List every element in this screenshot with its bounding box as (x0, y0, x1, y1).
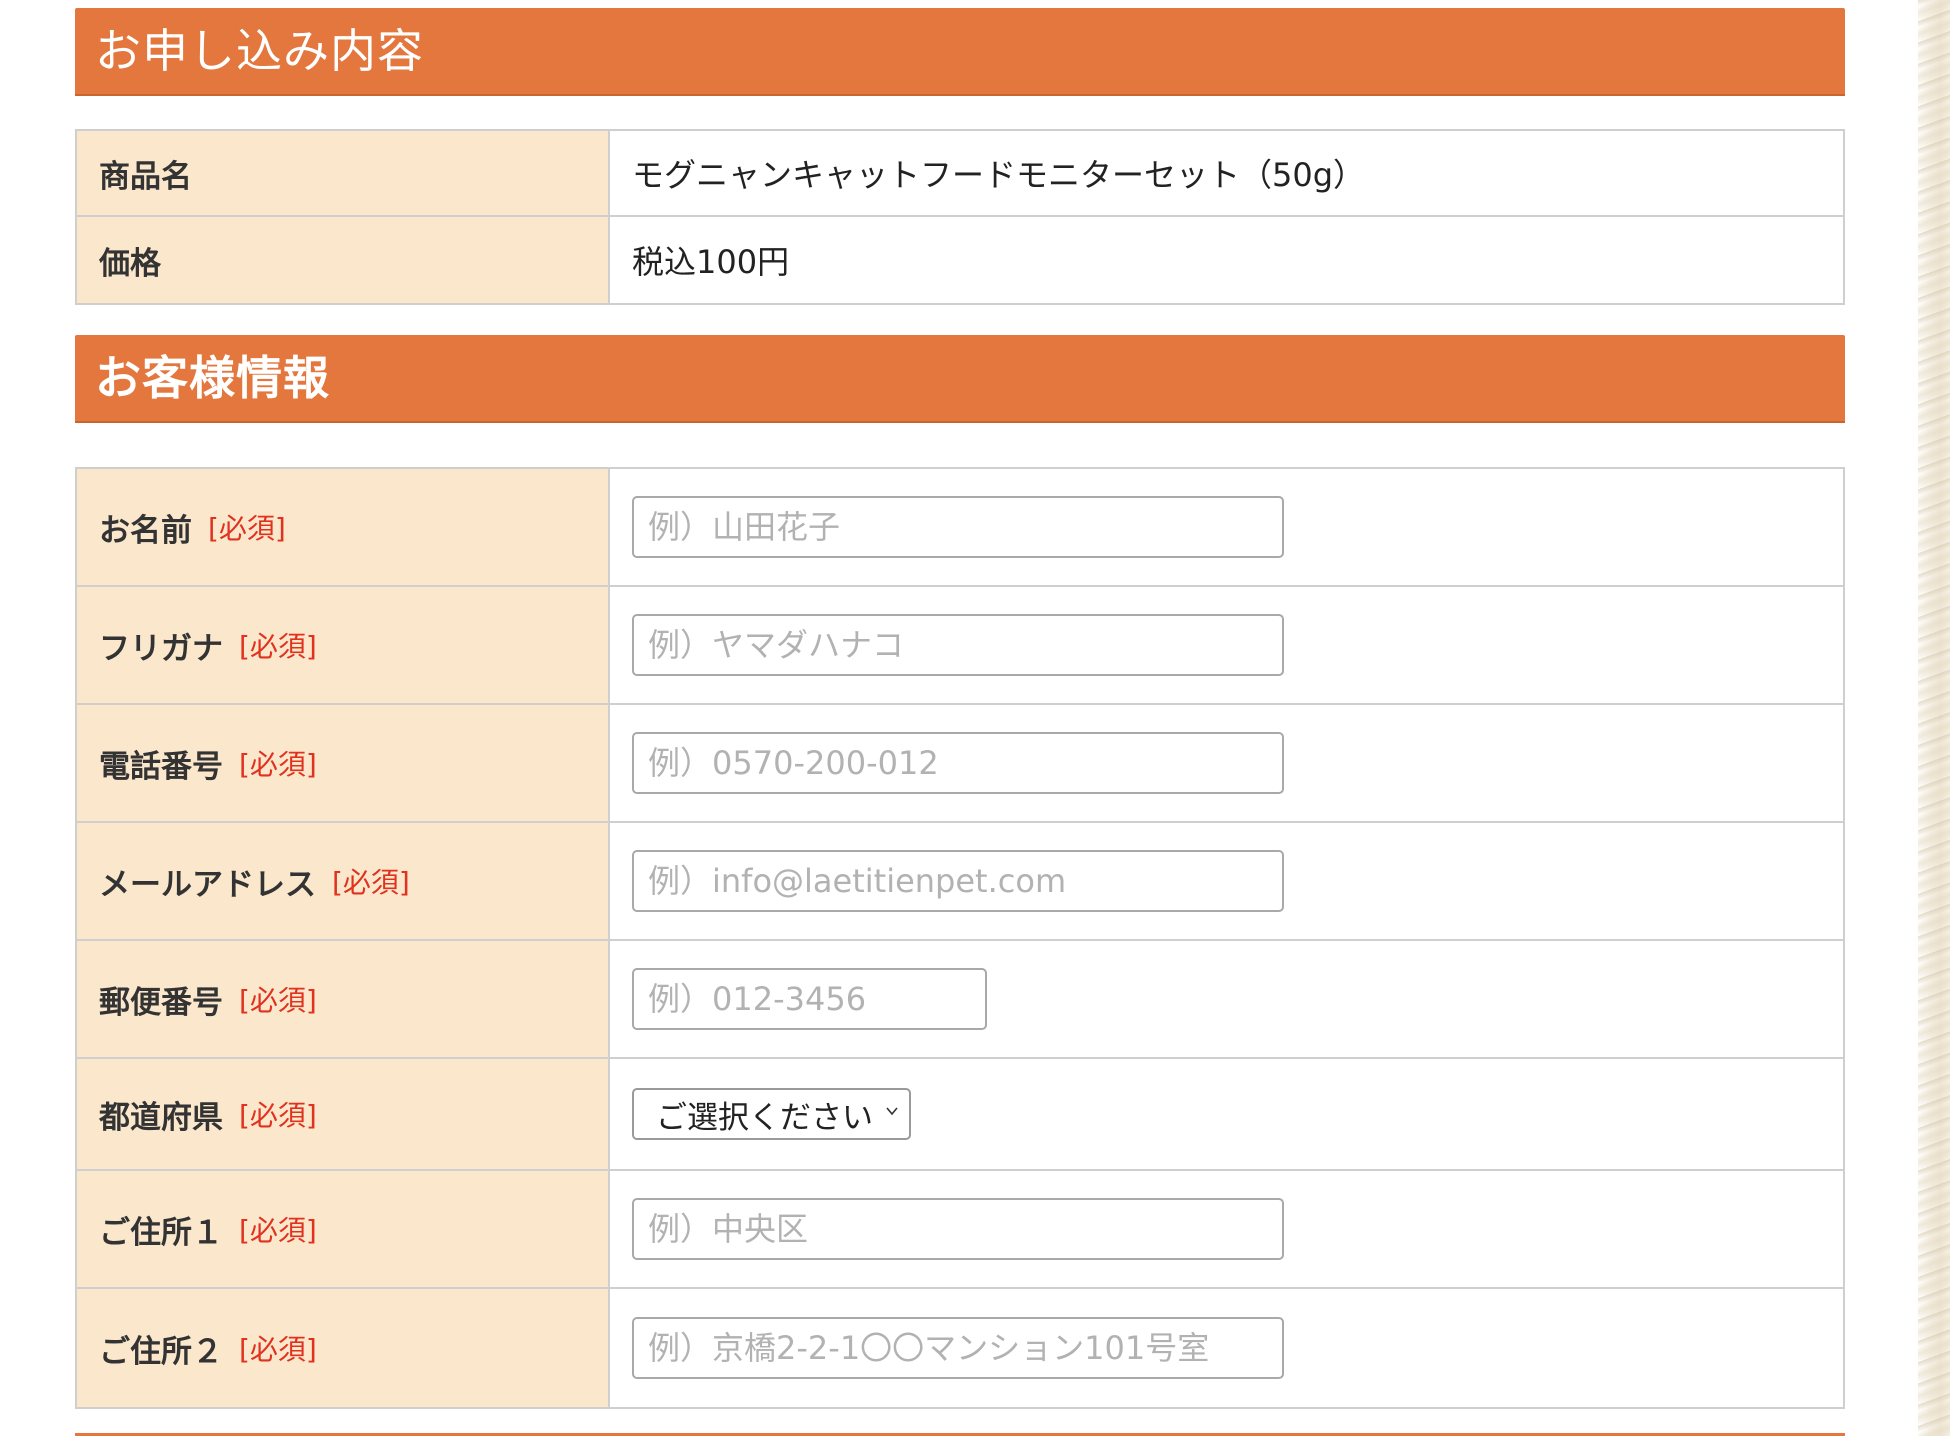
address1-label: ご住所１ (99, 1214, 223, 1251)
postal-code-input[interactable] (632, 968, 987, 1030)
form-row-prefecture: 都道府県 [必須] ご選択ください (77, 1059, 1843, 1171)
postal-label: 郵便番号 (99, 984, 223, 1021)
customer-section-header: お客様情報 (75, 335, 1845, 421)
form-row-phone: 電話番号 [必須] (77, 705, 1843, 823)
required-badge: [必須] (239, 748, 317, 781)
name-input-cell (610, 469, 1843, 585)
order-section-title: お申し込み内容 (95, 24, 424, 78)
form-row-address2: ご住所２ [必須] (77, 1289, 1843, 1407)
order-section-header: お申し込み内容 (75, 8, 1845, 94)
prefecture-select[interactable]: ご選択ください (632, 1088, 911, 1140)
email-input[interactable] (632, 850, 1284, 912)
prefecture-select-cell: ご選択ください (610, 1059, 1843, 1169)
phone-input-cell (610, 705, 1843, 821)
email-input-cell (610, 823, 1843, 939)
name-label-cell: お名前 [必須] (77, 469, 610, 585)
furigana-input-cell (610, 587, 1843, 703)
phone-input[interactable] (632, 732, 1284, 794)
prefecture-label: 都道府県 (99, 1099, 223, 1136)
form-row-address1: ご住所１ [必須] (77, 1171, 1843, 1289)
customer-section-title: お客様情報 (95, 351, 330, 405)
name-input[interactable] (632, 496, 1284, 558)
email-label-cell: メールアドレス [必須] (77, 823, 610, 939)
decorative-right-edge (1918, 0, 1950, 1436)
price-label: 価格 (77, 217, 610, 303)
required-badge: [必須] (239, 984, 317, 1017)
address2-input-cell (610, 1289, 1843, 1407)
product-name-value: モグニャンキャットフードモニターセット（50g） (632, 156, 1366, 194)
chevron-down-icon (886, 1107, 898, 1116)
furigana-input[interactable] (632, 614, 1284, 676)
name-label: お名前 (99, 512, 192, 549)
form-row-name: お名前 [必須] (77, 469, 1843, 587)
price-value: 税込100円 (632, 243, 790, 281)
phone-label: 電話番号 (99, 748, 223, 785)
required-badge: [必須] (239, 630, 317, 663)
product-name-label: 商品名 (77, 131, 610, 215)
postal-input-cell (610, 941, 1843, 1057)
table-row: 商品名 モグニャンキャットフードモニターセット（50g） (77, 131, 1843, 217)
address1-input[interactable] (632, 1198, 1284, 1260)
prefecture-select-value: ご選択ください (656, 1099, 873, 1136)
prefecture-label-cell: 都道府県 [必須] (77, 1059, 610, 1169)
address2-label-cell: ご住所２ [必須] (77, 1289, 610, 1407)
table-row: 価格 税込100円 (77, 217, 1843, 303)
address1-input-cell (610, 1171, 1843, 1287)
form-row-email: メールアドレス [必須] (77, 823, 1843, 941)
phone-label-cell: 電話番号 [必須] (77, 705, 610, 821)
required-badge: [必須] (239, 1333, 317, 1366)
required-badge: [必須] (208, 512, 286, 545)
required-badge: [必須] (239, 1099, 317, 1132)
form-row-furigana: フリガナ [必須] (77, 587, 1843, 705)
address2-label: ご住所２ (99, 1333, 223, 1370)
customer-info-form: お名前 [必須] フリガナ [必須] 電話番号 [必須] メールアドレス [必須… (75, 467, 1845, 1409)
address1-label-cell: ご住所１ [必須] (77, 1171, 610, 1287)
furigana-label: フリガナ (99, 630, 223, 667)
required-badge: [必須] (239, 1214, 317, 1247)
postal-label-cell: 郵便番号 [必須] (77, 941, 610, 1057)
furigana-label-cell: フリガナ [必須] (77, 587, 610, 703)
email-label: メールアドレス (99, 866, 316, 903)
order-details-table: 商品名 モグニャンキャットフードモニターセット（50g） 価格 税込100円 (75, 129, 1845, 305)
form-row-postal: 郵便番号 [必須] (77, 941, 1843, 1059)
required-badge: [必須] (332, 866, 410, 899)
address2-input[interactable] (632, 1317, 1284, 1379)
